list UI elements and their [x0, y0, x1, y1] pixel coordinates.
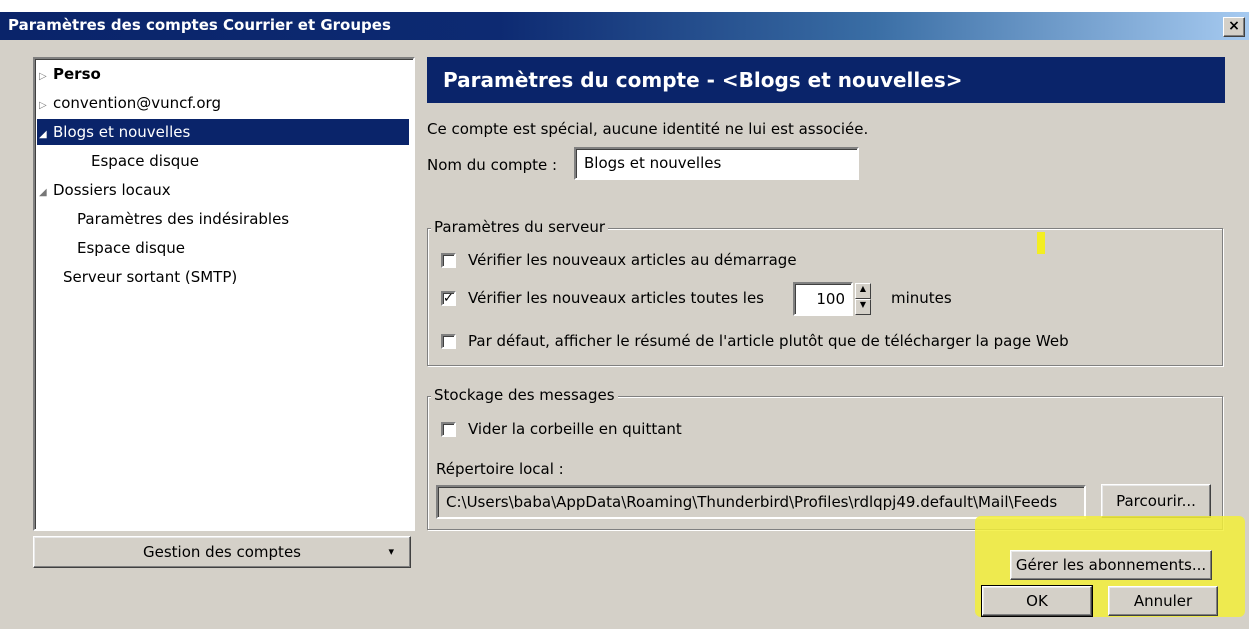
- highlighter-mark: [1037, 232, 1045, 254]
- dropdown-arrow-icon: ▾: [388, 545, 394, 558]
- tree-item-disk-space-local[interactable]: Espace disque: [77, 235, 185, 261]
- spin-down-icon[interactable]: ▼: [855, 299, 871, 315]
- check-every-checkbox[interactable]: ✓: [441, 291, 456, 306]
- browse-button[interactable]: Parcourir...: [1101, 484, 1211, 518]
- tree-item-label: Perso: [53, 65, 101, 83]
- tree-item-smtp[interactable]: Serveur sortant (SMTP): [63, 264, 237, 290]
- server-settings-legend: Paramètres du serveur: [431, 218, 609, 236]
- show-summary-checkbox[interactable]: [441, 334, 456, 349]
- empty-trash-label[interactable]: Vider la corbeille en quittant: [468, 420, 682, 438]
- tree-item-perso[interactable]: ▷ Perso: [39, 61, 409, 87]
- manage-subscriptions-button[interactable]: Gérer les abonnements...: [1010, 550, 1212, 580]
- message-storage-legend: Stockage des messages: [431, 386, 618, 404]
- account-tree[interactable]: ▷ Perso ▷ convention@vuncf.org ◢ Blogs et n…: [33, 57, 415, 531]
- check-startup-checkbox[interactable]: [441, 253, 456, 268]
- tree-item-label: Espace disque: [91, 152, 200, 170]
- top-strip: [0, 0, 1249, 12]
- expanded-twisty-icon[interactable]: ◢: [39, 180, 53, 206]
- window-title: Paramètres des comptes Courrier et Group…: [8, 16, 391, 34]
- tree-item-label: Serveur sortant (SMTP): [63, 268, 238, 286]
- show-summary-label[interactable]: Par défaut, afficher le résumé de l'arti…: [468, 332, 1069, 350]
- tree-item-disk-space[interactable]: Espace disque: [91, 148, 199, 174]
- check-every-label[interactable]: Vérifier les nouveaux articles toutes le…: [468, 289, 764, 307]
- title-bar: Paramètres des comptes Courrier et Group…: [0, 12, 1249, 40]
- account-name-input[interactable]: Blogs et nouvelles: [574, 147, 859, 180]
- check-interval-input[interactable]: 100: [793, 282, 853, 316]
- account-actions-button[interactable]: Gestion des comptes ▾: [33, 536, 411, 568]
- page-header: Paramètres du compte - <Blogs et nouvell…: [427, 57, 1225, 103]
- tree-item-label: Paramètres des indésirables: [77, 210, 290, 228]
- local-directory-label: Répertoire local :: [436, 460, 564, 478]
- special-account-notice: Ce compte est spécial, aucune identité n…: [427, 120, 869, 138]
- close-button[interactable]: ×: [1223, 17, 1245, 37]
- expanded-twisty-icon[interactable]: ◢: [39, 122, 53, 148]
- tree-item-label: Blogs et nouvelles: [53, 123, 191, 141]
- tree-item-label: Dossiers locaux: [53, 181, 171, 199]
- tree-item-label: Espace disque: [77, 239, 186, 257]
- empty-trash-checkbox[interactable]: [441, 422, 456, 437]
- ok-button[interactable]: OK: [981, 585, 1093, 617]
- spin-up-icon[interactable]: ▲: [855, 283, 871, 299]
- page-title: Paramètres du compte - <Blogs et nouvell…: [443, 68, 963, 92]
- tree-item-junk-settings[interactable]: Paramètres des indésirables: [77, 206, 289, 232]
- tree-item-label: convention@vuncf.org: [53, 94, 221, 112]
- account-actions-label: Gestion des comptes: [143, 543, 301, 561]
- interval-unit-label: minutes: [891, 289, 952, 307]
- collapsed-twisty-icon[interactable]: ▷: [39, 93, 53, 119]
- local-directory-input[interactable]: C:\Users\baba\AppData\Roaming\Thunderbir…: [436, 485, 1086, 519]
- collapsed-twisty-icon[interactable]: ▷: [39, 64, 53, 90]
- tree-item-blogs[interactable]: ◢ Blogs et nouvelles: [37, 119, 409, 145]
- check-startup-label[interactable]: Vérifier les nouveaux articles au démarr…: [468, 251, 797, 269]
- tree-item-convention[interactable]: ▷ convention@vuncf.org: [39, 90, 409, 116]
- cancel-button[interactable]: Annuler: [1108, 586, 1218, 616]
- account-name-label: Nom du compte :: [427, 156, 558, 174]
- tree-item-local-folders[interactable]: ◢ Dossiers locaux: [39, 177, 171, 203]
